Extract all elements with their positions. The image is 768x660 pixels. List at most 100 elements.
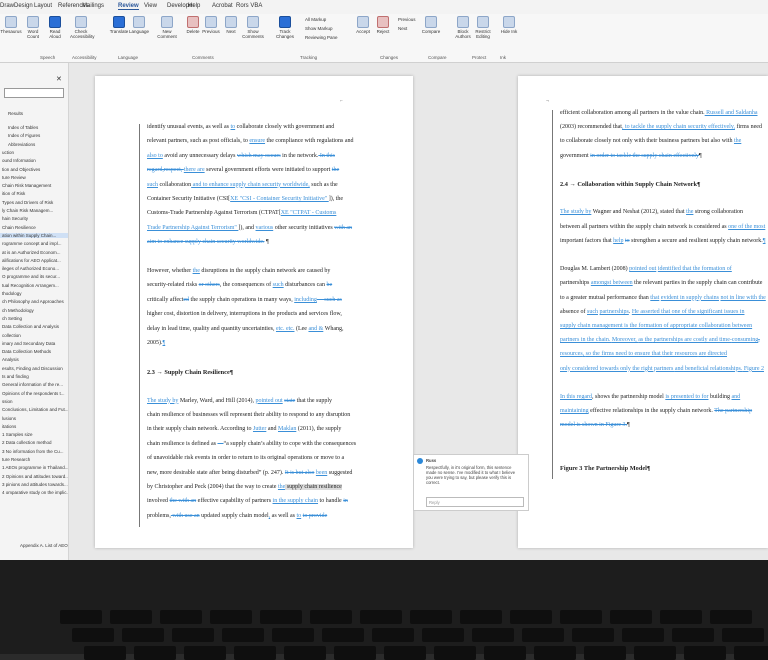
text-line: maintaining effective relationships in t…: [560, 408, 752, 414]
document-page-2[interactable]: ¬ efficient collaboration among all part…: [518, 76, 768, 548]
next-button[interactable]: Next: [220, 16, 242, 34]
show-comments-button[interactable]: Show Comments: [242, 16, 264, 39]
restrict-editing-button[interactable]: Restrict Editing: [472, 16, 494, 39]
language-icon: [133, 16, 145, 28]
keyboard-key: [172, 628, 214, 642]
nav-item[interactable]: ileges of Authorized Econo...: [2, 266, 59, 271]
text-run: between all partners within the supply c…: [560, 223, 729, 230]
nav-item[interactable]: 3 pinions and attitudes towards...: [2, 482, 68, 487]
text-run: consuming: [731, 337, 759, 344]
text-run: ]), the: [328, 196, 344, 202]
tab-design[interactable]: Design: [14, 3, 33, 9]
nav-item[interactable]: thodology: [2, 291, 22, 296]
text-run: ]), and: [238, 224, 256, 231]
nav-item[interactable]: 1 Samples size: [2, 432, 33, 437]
compare-button[interactable]: Compare: [420, 16, 442, 34]
nav-item[interactable]: rogramme concept and impl...: [2, 241, 62, 246]
nav-item[interactable]: Types and Drivers of Risk: [2, 200, 53, 205]
text-line: 2.3 → Supply Chain Resilience¶: [147, 369, 233, 376]
nav-item[interactable]: 2 Data collection method: [2, 440, 52, 445]
nav-item[interactable]: uction: [2, 150, 14, 155]
nav-item[interactable]: ound Information: [2, 158, 36, 163]
new-comment-button[interactable]: New Comment: [156, 16, 178, 39]
keyboard-key: [72, 628, 114, 642]
nav-item[interactable]: O programme and its secur...: [2, 274, 60, 279]
tab-layout[interactable]: Layout: [34, 3, 52, 9]
nav-item[interactable]: hain Security: [2, 216, 28, 221]
next-option[interactable]: Next: [398, 26, 407, 31]
text-run: the supply chain operations in many ways…: [189, 296, 295, 303]
tab-review[interactable]: Review: [118, 3, 139, 10]
tab-draw[interactable]: Draw: [0, 3, 14, 9]
thesaurus-button[interactable]: Thesaurus: [0, 16, 22, 34]
nav-item[interactable]: tion and Objectives: [2, 167, 40, 172]
nav-item[interactable]: collection: [2, 333, 21, 338]
nav-item[interactable]: ch Methodology: [2, 308, 34, 313]
reject-button[interactable]: Reject: [372, 16, 394, 34]
nav-item[interactable]: Appendix A. List of AEO...: [20, 543, 68, 548]
tab-rors-vba[interactable]: Rors VBA: [236, 3, 262, 9]
text-run: relevant partners, such as post official…: [147, 138, 250, 145]
nav-item[interactable]: imary and Secondary Data: [2, 341, 55, 346]
nav-item[interactable]: tual Recognition Arrangem...: [2, 283, 59, 288]
keyboard-key: [684, 646, 726, 660]
show-markup-option[interactable]: Show Markup: [305, 26, 333, 31]
reply-input[interactable]: Reply: [426, 497, 524, 507]
nav-item[interactable]: ts and finding: [2, 374, 29, 379]
previous-button[interactable]: Previous: [200, 16, 222, 34]
nav-item[interactable]: ch Setting: [2, 316, 22, 321]
nav-item[interactable]: Chain Resilience: [2, 225, 36, 230]
nav-item[interactable]: alifications for AEO Applicat...: [2, 258, 61, 263]
nav-item[interactable]: Results: [8, 111, 23, 116]
nav-item[interactable]: ssion: [2, 399, 13, 404]
all-markup-option[interactable]: All Markup: [305, 17, 326, 22]
nav-item[interactable]: Analysis: [2, 357, 19, 362]
read-aloud-button[interactable]: Read Aloud: [44, 16, 66, 39]
nav-item[interactable]: 2 Opinions and attitudes toward...: [2, 474, 68, 479]
reviewing-pane-option[interactable]: Reviewing Pane: [305, 35, 338, 40]
nav-item[interactable]: ch Philosophy and Approaches: [2, 299, 64, 304]
nav-item[interactable]: Opinions of the respondents t...: [2, 391, 65, 396]
accept-button[interactable]: Accept: [352, 16, 374, 34]
translate-button[interactable]: Translate: [108, 16, 130, 34]
language-button[interactable]: Language: [128, 16, 150, 34]
tab-view[interactable]: View: [144, 3, 157, 9]
nav-item[interactable]: General information of the re...: [2, 382, 63, 387]
nav-item[interactable]: ture Review: [2, 175, 26, 180]
text-run: and: [266, 426, 278, 433]
nav-item[interactable]: Index of Figures: [8, 133, 40, 138]
nav-item[interactable]: 1 AEOs programme in Thailand...: [2, 465, 68, 470]
close-icon[interactable]: ✕: [56, 75, 62, 83]
nav-item[interactable]: ture Research: [2, 457, 30, 462]
nav-item[interactable]: ition of Risk: [2, 191, 25, 196]
hide-ink-button[interactable]: Hide Ink: [498, 16, 520, 34]
nav-item[interactable]: ation within Supply Chain...: [0, 232, 68, 238]
text-run: resources: [560, 351, 583, 358]
nav-item[interactable]: 3 No information from the Cu...: [2, 449, 64, 454]
text-run: as well as: [270, 512, 297, 519]
document-page-1[interactable]: ⌐ identify unusual events, as well as to…: [95, 76, 413, 548]
nav-item[interactable]: Index of Tables: [8, 125, 38, 130]
nav-item[interactable]: Data Collection and Analysis: [2, 324, 59, 329]
nav-item[interactable]: at is an Authorized Econom...: [2, 250, 61, 255]
block-authors-button[interactable]: Block Authors: [452, 16, 474, 39]
nav-item[interactable]: esults, Finding and Discussion: [2, 366, 63, 371]
comment-card[interactable]: Russ Respectfully, in it's original form…: [413, 454, 529, 511]
tab-mailings[interactable]: Mailings: [82, 3, 104, 9]
track-changes-button[interactable]: Track Changes: [274, 16, 296, 39]
nav-item[interactable]: Data Collection Methods: [2, 349, 51, 354]
nav-item[interactable]: Abbreviations: [8, 142, 35, 147]
check-accessibility-button[interactable]: Check Accessibility: [70, 16, 95, 39]
nav-item[interactable]: 4 omparative study on the implic...: [2, 490, 68, 495]
search-input[interactable]: [4, 88, 64, 98]
nav-item[interactable]: itations: [2, 424, 16, 429]
nav-item[interactable]: ly Chain Risk Managem...: [2, 208, 53, 213]
nav-item[interactable]: lusions: [2, 416, 16, 421]
nav-item[interactable]: Conclusions, Limitation and Fut...: [2, 407, 68, 412]
text-run: delay in lead time, quality and quantity…: [147, 325, 276, 332]
tab-acrobat[interactable]: Acrobat: [212, 3, 233, 9]
word-count-button[interactable]: Word Count: [22, 16, 44, 39]
nav-item[interactable]: Chain Risk Management: [2, 183, 51, 188]
tab-help[interactable]: Help: [188, 3, 200, 9]
previous-option[interactable]: Previous: [398, 17, 416, 22]
